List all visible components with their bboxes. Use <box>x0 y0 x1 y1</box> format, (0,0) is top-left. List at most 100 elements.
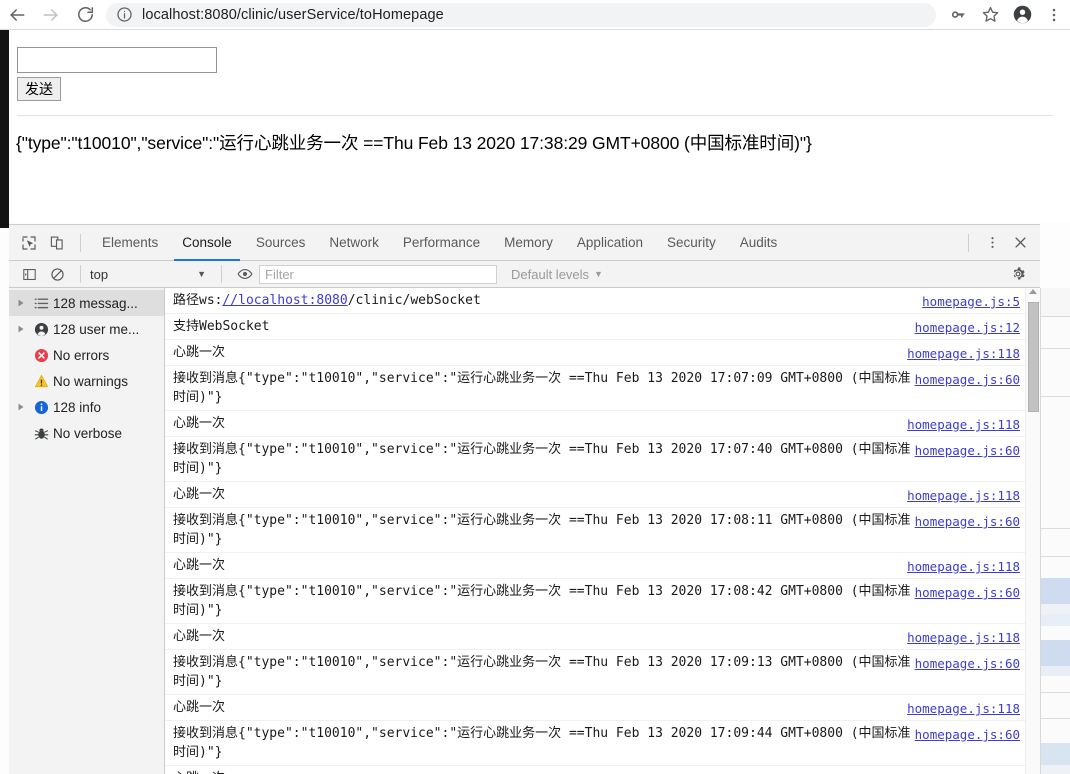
log-source-link[interactable]: homepage.js:118 <box>907 415 1020 434</box>
devtools-tabbar: Elements Console Sources Network Perform… <box>9 225 1040 261</box>
tab-memory[interactable]: Memory <box>492 225 565 261</box>
page-viewport: 发送 {"type":"t10010","service":"运行心跳业务一次 … <box>9 30 1070 222</box>
log-message-path: 路径ws://localhost:8080/clinic/webSocket <box>173 291 1040 310</box>
log-path-link[interactable]: //localhost:8080 <box>222 293 347 308</box>
left-edge-dark-strip <box>0 28 9 228</box>
send-button[interactable]: 发送 <box>17 77 61 101</box>
chevron-down-icon-levels: ▼ <box>594 269 603 279</box>
log-message: 接收到消息{"type":"t10010","service":"运行心跳业务一… <box>173 726 911 760</box>
log-source-link[interactable]: homepage.js:118 <box>907 344 1020 363</box>
log-source-link[interactable]: homepage.js:60 <box>915 654 1020 673</box>
console-log-list[interactable]: 路径ws://localhost:8080/clinic/webSocket h… <box>165 288 1040 774</box>
list-icon <box>29 296 53 311</box>
log-message: 接收到消息{"type":"t10010","service":"运行心跳业务一… <box>173 371 911 405</box>
device-toolbar-icon[interactable] <box>43 229 71 257</box>
log-source-link[interactable]: homepage.js:5 <box>922 292 1020 311</box>
log-source-link[interactable]: homepage.js:118 <box>907 557 1020 576</box>
table-row[interactable]: 接收到消息{"type":"t10010","service":"运行心跳业务一… <box>165 437 1040 482</box>
user-icon <box>29 322 53 337</box>
table-row[interactable]: 心跳一次 homepage.js:118 <box>165 624 1040 650</box>
sidebar-item-messages[interactable]: 128 messag... <box>9 290 164 316</box>
log-source-link[interactable]: homepage.js:60 <box>915 441 1020 460</box>
sidebar-item-label-messages: 128 messag... <box>53 295 138 311</box>
table-row[interactable]: 心跳一次 homepage.js:118 <box>165 553 1040 579</box>
table-row[interactable]: 接收到消息{"type":"t10010","service":"运行心跳业务一… <box>165 366 1040 411</box>
log-path-suffix: /clinic/webSocket <box>347 293 481 308</box>
table-row[interactable]: 心跳一次 homepage.js:118 <box>165 695 1040 721</box>
tab-sources[interactable]: Sources <box>244 225 318 261</box>
toolbar-divider-right <box>968 233 969 252</box>
console-scrollbar[interactable] <box>1025 288 1040 774</box>
reload-button[interactable] <box>68 1 102 29</box>
live-expression-eye-icon[interactable] <box>231 260 259 288</box>
console-levels-dropdown[interactable]: Default levels ▼ <box>511 267 603 282</box>
sidebar-item-verbose[interactable]: No verbose <box>9 420 164 446</box>
bookmark-star-icon[interactable] <box>974 1 1006 29</box>
chrome-menu-icon[interactable] <box>1038 1 1070 29</box>
console-filter-input[interactable] <box>259 264 497 284</box>
log-source-link[interactable]: homepage.js:118 <box>907 699 1020 718</box>
log-path-prefix: 路径ws: <box>173 293 223 308</box>
console-settings-gear-icon[interactable] <box>1004 260 1032 288</box>
table-row[interactable]: 接收到消息{"type":"t10010","service":"运行心跳业务一… <box>165 650 1040 695</box>
address-bar[interactable]: localhost:8080/clinic/userService/toHome… <box>106 2 936 27</box>
page-divider <box>17 115 1053 116</box>
tab-security[interactable]: Security <box>655 225 728 261</box>
sidebar-item-errors[interactable]: No errors <box>9 342 164 368</box>
log-source-link[interactable]: homepage.js:118 <box>907 770 1020 774</box>
page-output-message: {"type":"t10010","service":"运行心跳业务一次 ==T… <box>16 133 812 153</box>
log-message: 接收到消息{"type":"t10010","service":"运行心跳业务一… <box>173 513 911 547</box>
tab-application[interactable]: Application <box>565 225 655 261</box>
sidebar-item-user-messages[interactable]: 128 user me... <box>9 316 164 342</box>
clear-console-icon[interactable] <box>43 260 71 288</box>
sidebar-item-label-verbose: No verbose <box>53 425 123 441</box>
log-message: 支持WebSocket <box>173 319 270 334</box>
expand-arrow-icon-messages[interactable] <box>13 299 29 307</box>
table-row[interactable]: 心跳一次 homepage.js:118 <box>165 411 1040 437</box>
log-source-link[interactable]: homepage.js:118 <box>907 628 1020 647</box>
tab-console[interactable]: Console <box>170 225 244 261</box>
tab-elements[interactable]: Elements <box>90 225 170 261</box>
tab-audits[interactable]: Audits <box>728 225 790 261</box>
sidebar-item-info[interactable]: 128 info <box>9 394 164 420</box>
password-key-icon[interactable] <box>942 1 974 29</box>
console-filter-toolbar: top ▼ Default levels ▼ <box>9 261 1040 288</box>
table-row[interactable]: 心跳一次 homepage.js:118 <box>165 340 1040 366</box>
back-button[interactable] <box>0 1 34 29</box>
devtools-close-icon[interactable] <box>1006 229 1034 257</box>
sidebar-item-warnings[interactable]: No warnings <box>9 368 164 394</box>
tab-network[interactable]: Network <box>317 225 391 261</box>
table-row[interactable]: 接收到消息{"type":"t10010","service":"运行心跳业务一… <box>165 579 1040 624</box>
profile-avatar-icon[interactable] <box>1006 1 1038 29</box>
scroll-up-arrow-icon[interactable] <box>1029 289 1037 294</box>
table-row[interactable]: 心跳一次 homepage.js:118 <box>165 482 1040 508</box>
site-info-icon[interactable] <box>116 6 134 24</box>
warning-icon <box>29 374 53 389</box>
log-source-link[interactable]: homepage.js:12 <box>915 318 1020 337</box>
console-sidebar-toggle-icon[interactable] <box>15 260 43 288</box>
log-source-link[interactable]: homepage.js:60 <box>915 512 1020 531</box>
table-row[interactable]: 接收到消息{"type":"t10010","service":"运行心跳业务一… <box>165 721 1040 766</box>
expand-arrow-icon-user-messages[interactable] <box>13 325 29 333</box>
filterbar-actions <box>1004 260 1040 288</box>
sidebar-item-label-info: 128 info <box>53 399 102 415</box>
log-source-link[interactable]: homepage.js:118 <box>907 486 1020 505</box>
table-row[interactable]: 接收到消息{"type":"t10010","service":"运行心跳业务一… <box>165 508 1040 553</box>
message-input[interactable] <box>17 47 217 73</box>
tab-performance[interactable]: Performance <box>391 225 492 261</box>
table-row[interactable]: 支持WebSocket homepage.js:12 <box>165 314 1040 340</box>
table-row[interactable]: 心跳一次 homepage.js:118 <box>165 766 1040 774</box>
console-context-select[interactable]: top ▼ <box>90 267 212 282</box>
scrollbar-thumb[interactable] <box>1028 302 1039 412</box>
devtools-more-icon[interactable] <box>978 229 1006 257</box>
forward-button[interactable] <box>34 1 68 29</box>
sidebar-item-label-user-messages: 128 user me... <box>53 321 140 337</box>
background-window-edge <box>1040 288 1070 774</box>
expand-arrow-icon-info[interactable] <box>13 403 29 411</box>
log-source-link[interactable]: homepage.js:60 <box>915 583 1020 602</box>
console-context-value: top <box>90 266 109 282</box>
log-source-link[interactable]: homepage.js:60 <box>915 725 1020 744</box>
table-row[interactable]: 路径ws://localhost:8080/clinic/webSocket h… <box>165 288 1040 314</box>
log-source-link[interactable]: homepage.js:60 <box>915 370 1020 389</box>
inspect-element-icon[interactable] <box>15 229 43 257</box>
